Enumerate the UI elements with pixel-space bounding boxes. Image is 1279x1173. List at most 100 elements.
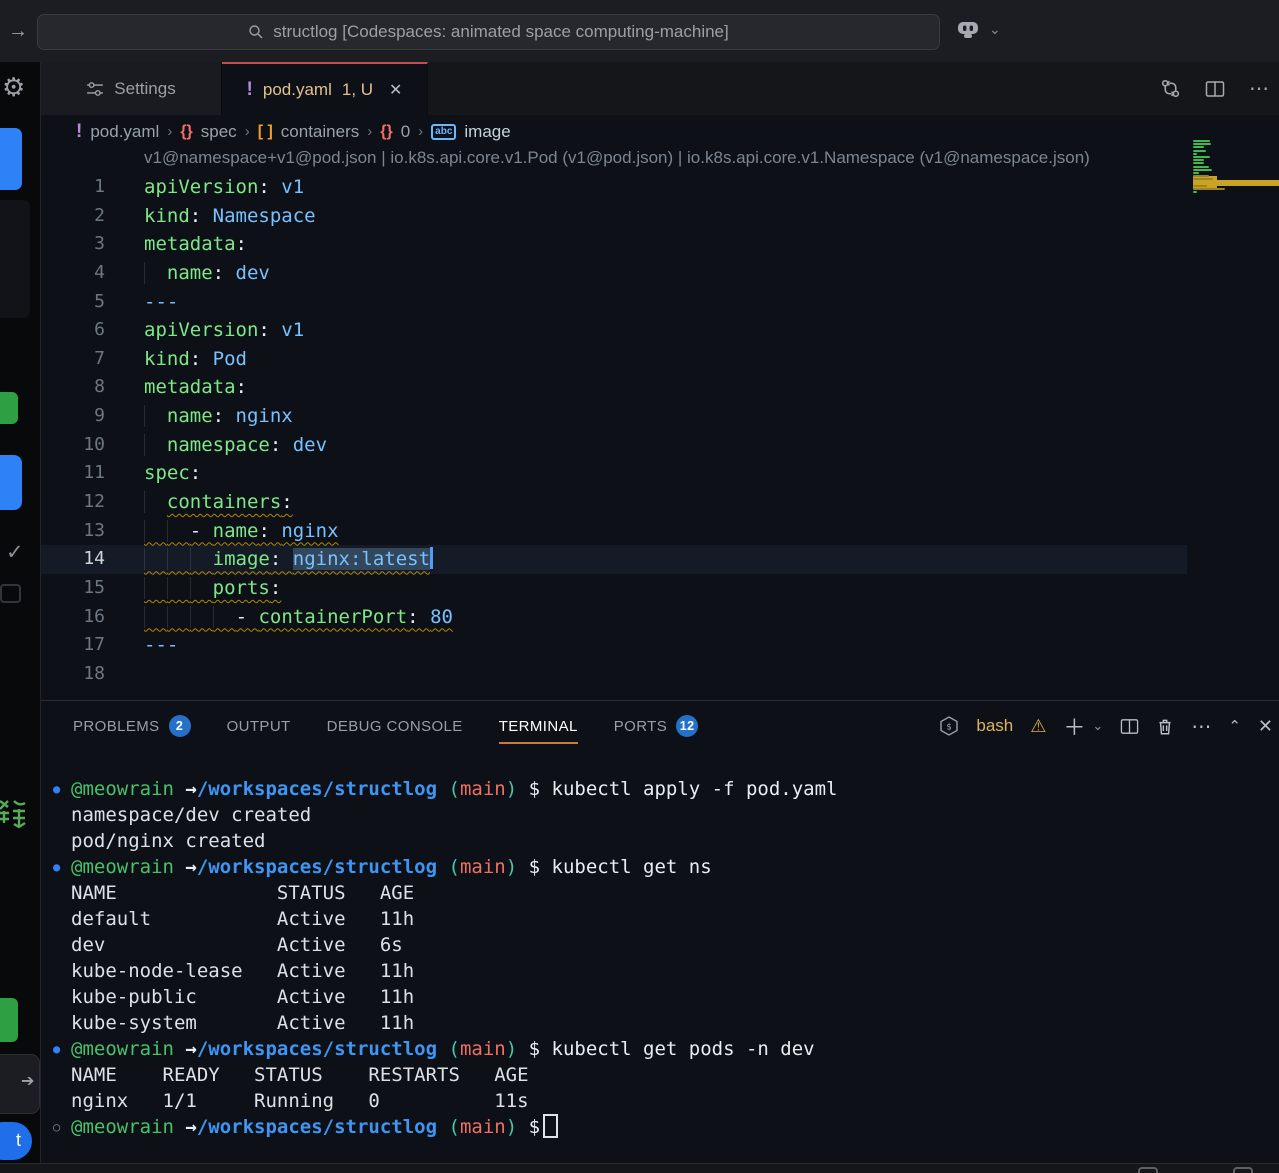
editor-cursor [430, 547, 433, 569]
minimap[interactable] [1190, 140, 1279, 260]
panel-tab-terminal[interactable]: TERMINAL [499, 708, 578, 744]
terminal-line[interactable]: ●@meowrain →/workspaces/structlog (main)… [53, 776, 1263, 802]
code-line-15[interactable]: 15 ports: [41, 574, 1279, 603]
terminal-line[interactable]: dev Active 6s [53, 932, 1263, 958]
split-editor-icon[interactable] [1205, 79, 1225, 99]
panel-tab-problems[interactable]: PROBLEMS2 [73, 708, 191, 744]
comment-bubble-icon[interactable] [0, 584, 21, 603]
panel-tab-debug-console[interactable]: DEBUG CONSOLE [327, 708, 463, 744]
breadcrumb-item[interactable]: 0 [401, 122, 410, 142]
terminal[interactable]: ●@meowrain →/workspaces/structlog (main)… [53, 776, 1263, 1140]
terminal-line[interactable]: ○@meowrain →/workspaces/structlog (main)… [53, 1114, 1263, 1140]
code-line-2[interactable]: 2kind: Namespace [41, 202, 1279, 231]
line-number: 18 [41, 660, 105, 689]
more-actions-icon[interactable]: ⋯ [1191, 714, 1211, 739]
search-text: structlog [Codespaces: animated space co… [273, 22, 728, 42]
terminal-line[interactable]: pod/nginx created [53, 828, 1263, 854]
object-icon: {} [380, 123, 392, 141]
terminal-line[interactable]: NAME STATUS AGE [53, 880, 1263, 906]
minimap-line [1193, 159, 1204, 161]
terminal-line[interactable]: namespace/dev created [53, 802, 1263, 828]
new-terminal-icon[interactable]: ＋ [1063, 710, 1085, 742]
code-line-12[interactable]: 12 containers: [41, 488, 1279, 517]
close-panel-icon[interactable]: ✕ [1258, 716, 1273, 737]
shell-label[interactable]: bash [976, 716, 1013, 736]
kill-terminal-icon[interactable] [1156, 717, 1174, 736]
code-line-11[interactable]: 11 spec: [41, 459, 1279, 488]
more-actions-icon[interactable]: ⋯ [1249, 76, 1269, 101]
split-terminal-icon[interactable] [1120, 717, 1139, 736]
code-line-16[interactable]: 16 - containerPort: 80 [41, 603, 1279, 632]
code-text: apiVersion: v1 [144, 316, 304, 345]
code-line-8[interactable]: 8metadata: [41, 373, 1279, 402]
tab-dirty-indicator: 1, U [342, 80, 373, 100]
minimap-line [1193, 166, 1209, 168]
line-number: 16 [41, 603, 105, 632]
code-line-4[interactable]: 4 name: dev [41, 259, 1279, 288]
panel-tab-label: OUTPUT [227, 718, 291, 735]
code-text: --- [144, 288, 178, 317]
code-line-1[interactable]: 1 apiVersion: v1 [41, 173, 1279, 202]
close-icon[interactable]: ✕ [389, 80, 402, 100]
breadcrumb-item[interactable]: pod.yaml [90, 122, 159, 142]
code-line-9[interactable]: 9 name: nginx [41, 402, 1279, 431]
breadcrumb[interactable]: !pod.yaml›{}spec›[ ]containers›{}0›abcim… [41, 115, 1279, 148]
editor-group: Settings ! pod.yaml 1, U ✕ [41, 62, 1279, 1173]
check-icon[interactable]: ✓ [6, 540, 24, 565]
breadcrumb-item[interactable]: spec [201, 122, 237, 142]
minimap-line [1193, 185, 1207, 187]
code-line-7[interactable]: 7kind: Pod [41, 345, 1279, 374]
blue-badge-shape [0, 128, 22, 190]
forward-arrow-icon[interactable]: → [8, 20, 28, 43]
terminal-line[interactable]: nginx 1/1 Running 0 11s [53, 1088, 1263, 1114]
chevron-down-icon: ⌄ [989, 21, 1001, 38]
breadcrumb-item[interactable]: image [464, 122, 510, 142]
terminal-line[interactable]: kube-system Active 11h [53, 1010, 1263, 1036]
code-line-14[interactable]: 14 image: nginx:latest [41, 545, 1279, 574]
terminal-line[interactable]: default Active 11h [53, 906, 1263, 932]
terminal-line[interactable]: ●@meowrain →/workspaces/structlog (main)… [53, 1036, 1263, 1062]
code-line-13[interactable]: 13 - name: nginx [41, 517, 1279, 546]
gear-icon[interactable]: ⚙ [2, 72, 25, 103]
terminal-gutter [53, 932, 71, 958]
code-line-18[interactable]: 18 [41, 660, 1279, 689]
code-text: metadata: [144, 373, 247, 402]
maximize-panel-icon[interactable]: ⌃ [1228, 717, 1241, 735]
code-text: spec: [144, 459, 201, 488]
line-number: 4 [41, 259, 105, 288]
minimap-line [1193, 182, 1223, 184]
bash-icon: $ [939, 716, 959, 736]
blue-pill-shape[interactable]: t [0, 1122, 32, 1160]
breadcrumb-item[interactable]: containers [281, 122, 359, 142]
panel-tab-output[interactable]: OUTPUT [227, 708, 291, 744]
code-line-10[interactable]: 10 namespace: dev [41, 431, 1279, 460]
code-text: apiVersion: v1 [144, 173, 304, 202]
line-number: 11 [41, 459, 105, 488]
line-number: 1 [41, 173, 105, 202]
code-line-6[interactable]: 6apiVersion: v1 [41, 316, 1279, 345]
terminal-gutter [53, 984, 71, 1010]
command-decoration-filled: ● [53, 776, 71, 802]
tab-settings[interactable]: Settings [41, 62, 222, 115]
dark-button-shape[interactable]: ➔ [0, 1054, 40, 1114]
breadcrumb-separator: › [367, 123, 372, 140]
terminal-line[interactable]: NAME READY STATUS RESTARTS AGE [53, 1062, 1263, 1088]
code-line-3[interactable]: 3metadata: [41, 230, 1279, 259]
code-editor[interactable]: 1apiVersion: v12kind: Namespace3metadata… [41, 173, 1279, 689]
copilot-menu[interactable]: ⌄ [955, 19, 1001, 40]
terminal-line[interactable]: kube-public Active 11h [53, 984, 1263, 1010]
terminal-gutter [53, 1010, 71, 1036]
tab-pod-yaml[interactable]: ! pod.yaml 1, U ✕ [222, 62, 428, 115]
code-line-17[interactable]: 17--- [41, 631, 1279, 660]
minimap-line [1193, 175, 1209, 177]
panel-tab-ports[interactable]: PORTS12 [614, 708, 698, 744]
terminal-line[interactable]: ●@meowrain →/workspaces/structlog (main)… [53, 854, 1263, 880]
breadcrumb-separator: › [245, 123, 250, 140]
code-line-5[interactable]: 5--- [41, 288, 1279, 317]
open-changes-icon[interactable] [1160, 78, 1181, 99]
terminal-line[interactable]: kube-node-lease Active 11h [53, 958, 1263, 984]
warning-icon[interactable]: ⚠ [1030, 716, 1046, 737]
tab-label: Settings [114, 79, 175, 99]
command-center-search[interactable]: structlog [Codespaces: animated space co… [37, 14, 940, 50]
terminal-dropdown-icon[interactable]: ⌄ [1092, 718, 1103, 734]
